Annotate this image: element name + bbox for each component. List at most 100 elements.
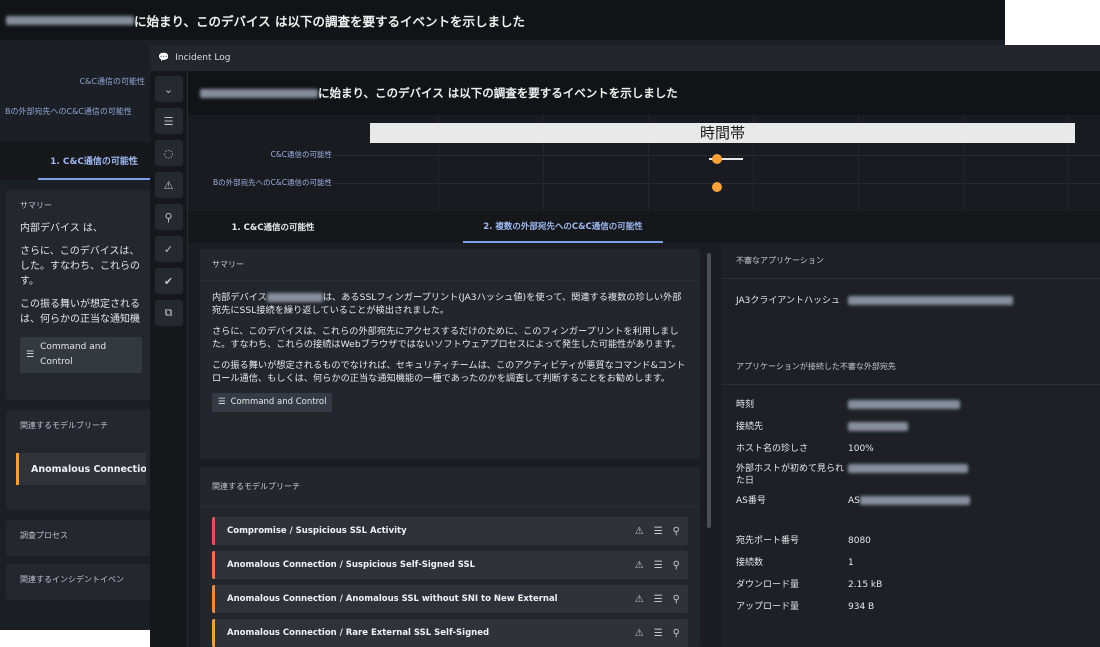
field-key: 接続先 <box>736 422 764 432</box>
summary-paragraph: この振る舞いが想定されるものでなければ、セキュリティチームは、このアクティビティ… <box>212 360 686 384</box>
summary-paragraph: さらに、このデバイスは、これらの外部宛先にアクセスするだけのために、このフィンガ… <box>212 326 681 350</box>
model-breach-label: Anomalous Connection / Rare External SSL… <box>227 628 490 638</box>
redacted-value <box>848 422 908 431</box>
list-icon[interactable]: ☰ <box>654 560 663 571</box>
field-key: ダウンロード量 <box>736 580 800 590</box>
tab-multiple-cc-possibility[interactable]: 2. 複数の外部宛先へのC&C通信の可能性 <box>463 211 663 243</box>
chevron-down-icon[interactable]: ⌄ <box>154 76 183 102</box>
summary-line: す。 <box>20 276 39 287</box>
field-key: 時刻 <box>736 400 755 410</box>
field-row: 宛先ポート番号 8080 <box>722 535 1100 557</box>
field-key: ホスト名の珍しさ <box>736 444 809 454</box>
background-summary-panel: サマリー 内部デバイス は、 さらに、このデバイスは、 した。すなわち、これらの… <box>6 190 156 400</box>
list-icon: ☰ <box>26 349 35 360</box>
model-breach-row[interactable]: Compromise / Suspicious SSL Activity ⚠ ☰ ⚲ <box>212 517 688 545</box>
field-row: 外部ホストが初めて見られた日 <box>722 463 1100 495</box>
model-breach-label: Anomalous Connection / Anomalous SSL wit… <box>227 594 558 604</box>
warning-icon[interactable]: ⚠ <box>154 172 183 198</box>
warning-icon[interactable]: ⚠ <box>635 594 644 605</box>
scrollbar[interactable] <box>707 253 711 528</box>
search-icon[interactable]: ⚲ <box>673 628 680 639</box>
tab-cc-possibility[interactable]: 1. C&C通信の可能性 <box>198 211 348 243</box>
chat-icon[interactable]: ◌ <box>154 140 183 166</box>
redacted-date <box>6 15 134 25</box>
models-title: 関連するモデルブリーチ <box>200 467 700 507</box>
background-tag[interactable]: ☰ Command and Control <box>20 337 142 373</box>
window-titlebar: 💬 Incident Log <box>150 45 1100 71</box>
background-model-item[interactable]: Anomalous Connection / <box>16 453 146 485</box>
tag-label: Command and Control <box>230 397 327 407</box>
field-value: 1 <box>848 558 854 568</box>
summary-line: した。すなわち、これらの <box>20 261 140 272</box>
field-row: 接続先 <box>722 421 1100 443</box>
field-value: 2.15 kB <box>848 580 883 590</box>
suspicious-dest-title: アプリケーションが接続した不審な外部宛先 <box>722 349 1100 385</box>
search-icon[interactable]: ⚲ <box>673 594 680 605</box>
model-breach-row[interactable]: Anomalous Connection / Rare External SSL… <box>212 619 688 647</box>
field-key: AS番号 <box>736 496 766 506</box>
field-row: AS番号 AS <box>722 495 1100 535</box>
check-icon[interactable]: ✓ <box>154 236 183 262</box>
list-icon: ☰ <box>218 397 226 407</box>
details-panel: 不審なアプリケーション JA3クライアントハッシュ アプリケーションが接続した不… <box>722 243 1100 647</box>
search-icon[interactable]: ⚲ <box>673 526 680 537</box>
field-row: 接続数 1 <box>722 557 1100 579</box>
redacted-value <box>848 296 1013 305</box>
incident-header-text: に始まり、このデバイス は以下の調査を要するイベントを示しました <box>318 86 678 100</box>
warning-icon[interactable]: ⚠ <box>635 628 644 639</box>
list-icon[interactable]: ☰ <box>654 628 663 639</box>
field-row: アップロード量 934 B <box>722 601 1100 623</box>
tab-bar: 1. C&C通信の可能性 2. 複数の外部宛先へのC&C通信の可能性 <box>188 211 1100 243</box>
incident-title: 関連するインシデントイベン <box>20 575 124 584</box>
background-tab-1[interactable]: 1. C&C通信の可能性 <box>38 142 150 180</box>
chart-point[interactable] <box>711 182 722 192</box>
field-value: AS <box>848 496 860 506</box>
redacted-device <box>266 293 323 302</box>
timeline-chart: 時間帯 C&C通信の可能性 Bの外部宛先へのC&C通信の可能性 <box>188 115 1100 211</box>
copy-icon[interactable]: ⧉ <box>154 300 183 326</box>
field-row: ダウンロード量 2.15 kB <box>722 579 1100 601</box>
model-breach-row[interactable]: Anomalous Connection / Suspicious Self-S… <box>212 551 688 579</box>
background-header-text: に始まり、このデバイス は以下の調査を要するイベントを示しました <box>134 13 525 29</box>
search-icon[interactable]: ⚲ <box>673 560 680 571</box>
background-summary-title: サマリー <box>20 201 52 210</box>
redacted-value <box>848 400 960 409</box>
check-double-icon[interactable]: ✔ <box>154 268 183 294</box>
redacted-date <box>200 88 318 98</box>
background-incident-panel[interactable]: 関連するインシデントイベン <box>6 564 156 600</box>
background-process-panel[interactable]: 調査プロセス <box>6 520 156 556</box>
suspicious-app-title: 不審なアプリケーション <box>722 243 1100 279</box>
summary-paragraph: 内部デバイス は、あるSSLフィンガープリント(JA3ハッシュ値)を使って、関連す… <box>212 291 688 317</box>
summary-text: 内部デバイス <box>212 292 267 303</box>
summary-panel: サマリー 内部デバイス は、あるSSLフィンガープリント(JA3ハッシュ値)を使っ… <box>200 249 700 459</box>
field-row: ホスト名の珍しさ 100% <box>722 443 1100 463</box>
field-key: アップロード量 <box>736 602 800 612</box>
process-title: 調査プロセス <box>20 531 68 540</box>
chart-title: 時間帯 <box>370 123 1075 143</box>
chart-point[interactable] <box>711 154 722 164</box>
background-summary-body: 内部デバイス は、 さらに、このデバイスは、 した。すなわち、これらの す。 こ… <box>6 221 156 373</box>
summary-line: さらに、このデバイスは、 <box>20 246 140 257</box>
command-and-control-tag[interactable]: ☰ Command and Control <box>212 393 333 412</box>
warning-icon[interactable]: ⚠ <box>635 526 644 537</box>
summary-line: この振る舞いが想定される <box>20 299 140 310</box>
model-breach-row[interactable]: Anomalous Connection / Anomalous SSL wit… <box>212 585 688 613</box>
field-row: 時刻 <box>722 399 1100 421</box>
field-value: 8080 <box>848 536 871 546</box>
model-breach-label: Anomalous Connection / Suspicious Self-S… <box>227 560 475 570</box>
background-header: に始まり、このデバイス は以下の調査を要するイベントを示しました <box>0 0 1005 40</box>
model-breaches-panel: 関連するモデルブリーチ Compromise / Suspicious SSL … <box>200 467 700 647</box>
field-value: 934 B <box>848 602 875 612</box>
chart-row-label: Bの外部宛先へのC&C通信の可能性 <box>213 178 332 187</box>
list-icon[interactable]: ☰ <box>654 526 663 537</box>
field-key: 外部ホストが初めて見られた日 <box>736 464 845 486</box>
summary-body: 内部デバイス は、あるSSLフィンガープリント(JA3ハッシュ値)を使って、関連す… <box>200 281 700 422</box>
chart-row-label: C&C通信の可能性 <box>270 150 332 159</box>
list-icon[interactable]: ☰ <box>654 594 663 605</box>
window-title: Incident Log <box>175 53 231 63</box>
warning-icon[interactable]: ⚠ <box>635 560 644 571</box>
list-icon[interactable]: ☰ <box>154 108 183 134</box>
redacted-value <box>859 496 970 505</box>
incident-log-window: 💬 Incident Log ⌄ ☰ ◌ ⚠ ⚲ ✓ ✔ ⧉ に始まり、このデバ… <box>150 45 1100 647</box>
pin-icon[interactable]: ⚲ <box>154 204 183 230</box>
